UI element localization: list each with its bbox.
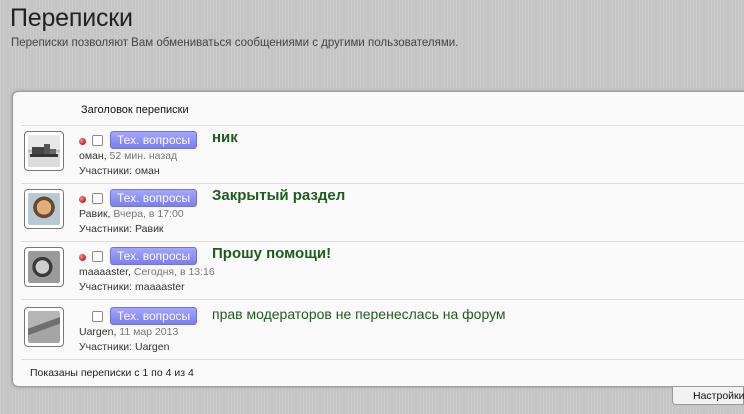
thread-date: Сегодня, в 13:16 [133, 266, 215, 278]
avatar-image [28, 311, 60, 343]
author-link[interactable]: Uargen [79, 326, 113, 338]
thread-prefix-badge[interactable]: Тех. вопросы [110, 247, 198, 265]
avatar-image [28, 193, 60, 225]
avatar-image [28, 135, 60, 167]
thread-title-link[interactable]: прав модераторов не перенеслась на форум [212, 306, 506, 322]
author-link[interactable]: оман [79, 150, 104, 162]
thread-title-link[interactable]: Закрытый раздел [212, 187, 345, 204]
column-header-title[interactable]: Заголовок переписки [81, 104, 189, 116]
author-link[interactable]: maaaaster [79, 266, 128, 278]
page-title: Переписки [10, 4, 133, 32]
participants-list: Участники: оман [79, 165, 160, 177]
avatar-image [28, 251, 60, 283]
select-checkbox[interactable] [92, 193, 103, 204]
page-description: Переписки позволяют Вам обмениваться соо… [11, 37, 459, 49]
thread-date: 11 мар 2013 [119, 326, 179, 338]
conversation-row: Тех. вопросы прав модераторов не перенес… [21, 302, 744, 360]
unread-indicator-icon [79, 196, 86, 203]
thread-date: 52 мин. назад [109, 150, 178, 162]
select-checkbox[interactable] [92, 251, 103, 262]
avatar[interactable] [24, 307, 64, 347]
select-checkbox[interactable] [92, 311, 103, 322]
thread-title-link[interactable]: Прошу помощи! [212, 245, 331, 262]
thread-meta: оман, 52 мин. назад [79, 150, 178, 162]
author-link[interactable]: Равик [79, 208, 108, 220]
settings-button[interactable]: Настройки [672, 387, 744, 405]
thread-date: Вчера, в 17:00 [113, 208, 184, 220]
thread-meta: Равик, Вчера, в 17:00 [79, 208, 184, 220]
conversation-row: Тех. вопросы ник оман, 52 мин. назад Уча… [21, 126, 744, 184]
thread-prefix-badge[interactable]: Тех. вопросы [110, 307, 198, 325]
thread-title-link[interactable]: ник [212, 129, 238, 146]
participants-list: Участники: maaaaster [79, 281, 185, 293]
avatar[interactable] [24, 189, 64, 229]
select-checkbox[interactable] [92, 135, 103, 146]
participants-list: Участники: Uargen [79, 341, 170, 353]
pagination-summary: Показаны переписки с 1 по 4 из 4 [30, 367, 194, 379]
avatar[interactable] [24, 131, 64, 171]
thread-prefix-badge[interactable]: Тех. вопросы [110, 189, 198, 207]
thread-meta: maaaaster, Сегодня, в 13:16 [79, 266, 215, 278]
participants-list: Участники: Равик [79, 223, 164, 235]
conversation-list: Заголовок переписки Тех. вопросы ник ома… [12, 91, 744, 387]
thread-prefix-badge[interactable]: Тех. вопросы [110, 131, 198, 149]
thread-meta: Uargen, 11 мар 2013 [79, 326, 179, 338]
avatar[interactable] [24, 247, 64, 287]
unread-indicator-icon [79, 254, 86, 261]
unread-indicator-icon [79, 138, 86, 145]
conversation-row: Тех. вопросы Закрытый раздел Равик, Вчер… [21, 184, 744, 242]
conversation-row: Тех. вопросы Прошу помощи! maaaaster, Се… [21, 242, 744, 300]
